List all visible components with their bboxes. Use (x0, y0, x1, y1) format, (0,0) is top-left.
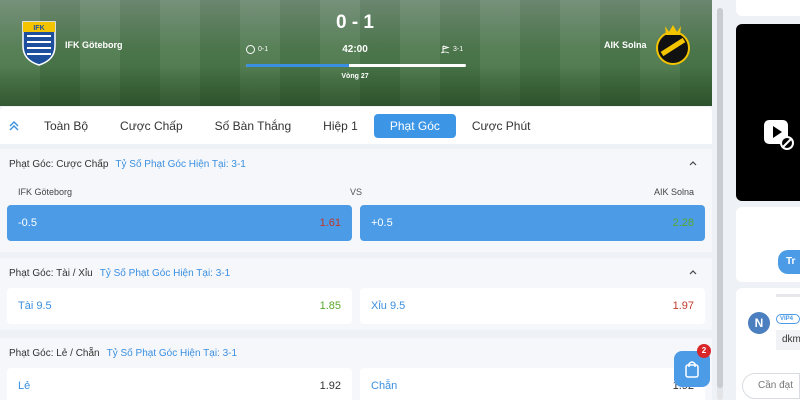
odds-value: 1.61 (319, 217, 341, 229)
odds-label: Xỉu 9.5 (371, 300, 406, 312)
odds-value: 1.92 (319, 380, 341, 392)
market-tabs: Toàn Bộ Cược Chấp Số Bàn Thắng Hiệp 1 Ph… (0, 107, 712, 144)
yellow-card-stat: 0-1 (246, 45, 268, 54)
odds-label: Chẵn (371, 380, 398, 392)
chat-input[interactable]: Cần đạt (742, 373, 800, 399)
section-subtitle: Tỷ Số Phạt Góc Hiện Tại: 3-1 (99, 267, 231, 279)
right-action-button[interactable]: Tr (778, 250, 800, 274)
corner-odd-even-section: Phạt Góc: Lẻ / Chẵn Tỷ Số Phạt Góc Hiện … (0, 338, 712, 400)
corner-stat: 3-1 (441, 45, 463, 54)
section-subtitle: Tỷ Số Phạt Góc Hiện Tại: 3-1 (106, 347, 238, 359)
odds-label: -0.5 (18, 217, 37, 229)
odds-button-under[interactable]: Xỉu 9.5 1.97 (360, 288, 705, 324)
card-icon (246, 45, 255, 54)
bet-slip-count-badge: 2 (697, 344, 711, 358)
no-video-icon (780, 136, 794, 150)
vs-label: VS (350, 187, 363, 197)
home-team-name: IFK Göteborg (65, 40, 123, 50)
home-label: IFK Göteborg (18, 187, 73, 197)
corner-over-under-section: Phạt Góc: Tài / Xỉu Tỷ Số Phạt Góc Hiện … (0, 258, 712, 330)
tab-total-goals[interactable]: Số Bàn Thắng (199, 114, 308, 138)
tab-corners[interactable]: Phạt Góc (373, 113, 456, 138)
tab-all[interactable]: Toàn Bộ (28, 114, 104, 138)
aik-solna-logo (656, 25, 690, 65)
odds-row: -0.5 1.61 +0.5 2.28 (0, 205, 712, 241)
shopping-bag-icon (685, 361, 699, 378)
divider (776, 294, 800, 297)
tab-handicap[interactable]: Cược Chấp (104, 114, 199, 138)
section-title: Phạt Góc: Lẻ / Chẵn (9, 347, 100, 359)
home-logo-text: IFK (33, 25, 44, 32)
section-header[interactable]: Phạt Góc: Cược Chấp Tỷ Số Phạt Góc Hiện … (0, 149, 712, 179)
section-header[interactable]: Phạt Góc: Lẻ / Chẵn Tỷ Số Phạt Góc Hiện … (0, 338, 712, 368)
tab-first-half[interactable]: Hiệp 1 (307, 114, 374, 138)
odds-button-over[interactable]: Tài 9.5 1.85 (7, 288, 352, 324)
collapse-all-icon[interactable] (0, 107, 28, 144)
round-label: Vòng 27 (341, 73, 369, 80)
match-time: 42:00 (342, 44, 368, 55)
ifk-goteborg-logo: IFK (22, 21, 56, 66)
teams-row: IFK Göteborg VS AIK Solna (0, 179, 712, 205)
section-title: Phạt Góc: Tài / Xỉu (9, 267, 93, 279)
odds-label: Tài 9.5 (18, 300, 52, 312)
odds-button-away[interactable]: +0.5 2.28 (360, 205, 705, 241)
avatar: N (748, 312, 770, 334)
section-subtitle: Tỷ Số Phạt Góc Hiện Tại: 3-1 (115, 158, 246, 170)
scrollbar-thumb[interactable] (717, 8, 723, 388)
match-progress-bar (246, 64, 466, 67)
odds-label: Lẻ (18, 380, 31, 392)
odds-label: +0.5 (371, 217, 393, 229)
right-top-card (736, 0, 800, 16)
odds-value: 1.85 (319, 300, 341, 312)
chevron-up-icon[interactable] (688, 267, 698, 280)
away-label: AIK Solna (653, 187, 694, 197)
corner-handicap-section: Phạt Góc: Cược Chấp Tỷ Số Phạt Góc Hiện … (0, 149, 712, 252)
away-team-name: AIK Solna (604, 40, 647, 50)
odds-row: Lẻ 1.92 Chẵn 1.92 (0, 368, 712, 400)
odds-value: 1.97 (672, 300, 694, 312)
odds-button-even[interactable]: Chẵn 1.92 (360, 368, 705, 400)
corner-count: 3-1 (453, 46, 464, 53)
section-header[interactable]: Phạt Góc: Tài / Xỉu Tỷ Số Phạt Góc Hiện … (0, 258, 712, 288)
section-title: Phạt Góc: Cược Chấp (9, 158, 109, 170)
match-score: 0 - 1 (335, 12, 375, 33)
odds-value: 2.28 (672, 217, 694, 229)
odds-button-odd[interactable]: Lẻ 1.92 (7, 368, 352, 400)
chevron-up-icon[interactable] (688, 158, 698, 171)
odds-button-home[interactable]: -0.5 1.61 (7, 205, 352, 241)
corner-flag-icon (441, 45, 450, 54)
right-panel: Tr N VIP4 dkm Cần đạt (736, 0, 800, 400)
chat-message: dkm (776, 330, 800, 350)
live-video-player[interactable] (736, 24, 800, 201)
tab-minute-bets[interactable]: Cược Phút (456, 114, 547, 138)
main-scrollbar[interactable] (717, 8, 723, 400)
match-header: IFK IFK Göteborg 0 - 1 42:00 0-1 3-1 Vòn… (0, 0, 712, 106)
odds-row: Tài 9.5 1.85 Xỉu 9.5 1.97 (0, 288, 712, 324)
vip-badge: VIP4 (776, 314, 800, 324)
yellow-card-count: 0-1 (258, 46, 269, 53)
